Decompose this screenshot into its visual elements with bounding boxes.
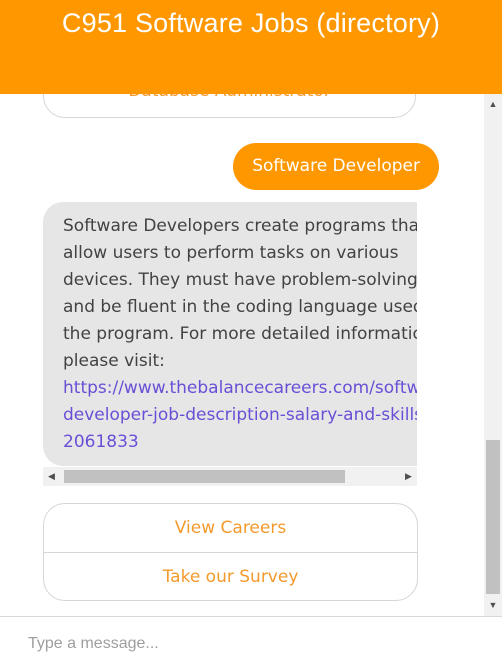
view-careers-button[interactable]: View Careers bbox=[44, 504, 417, 552]
page-title: C951 Software Jobs (directory) bbox=[61, 8, 441, 38]
bot-message-line: devices. They must have problem-solving … bbox=[63, 270, 417, 290]
triangle-left-icon[interactable]: ◀ bbox=[43, 467, 60, 486]
message-input-bar bbox=[0, 616, 502, 669]
bot-message-line: and be fluent in the coding language use… bbox=[63, 297, 417, 317]
user-message-bubble: Software Developer bbox=[233, 143, 439, 190]
bot-message-line: the program. For more detailed informati… bbox=[63, 324, 417, 344]
triangle-down-icon[interactable]: ▼ bbox=[484, 597, 502, 614]
vertical-scrollbar[interactable]: ▲ ▼ bbox=[484, 94, 502, 616]
message-input[interactable] bbox=[28, 629, 478, 659]
triangle-up-icon[interactable]: ▲ bbox=[484, 96, 502, 113]
take-survey-button[interactable]: Take our Survey bbox=[44, 553, 417, 600]
link-line[interactable]: 2061833 bbox=[63, 429, 417, 456]
triangle-right-icon[interactable]: ▶ bbox=[400, 467, 417, 486]
link-line[interactable]: https://www.thebalancecareers.com/softwa… bbox=[63, 375, 417, 402]
chat-log[interactable]: Database Administrator Software Develope… bbox=[0, 94, 484, 616]
horizontal-scrollbar[interactable]: ◀ ▶ bbox=[43, 467, 417, 486]
vertical-scroll-thumb[interactable] bbox=[486, 440, 500, 594]
career-info-link[interactable]: https://www.thebalancecareers.com/softwa… bbox=[63, 375, 417, 456]
quick-reply-group: View Careers Take our Survey bbox=[43, 503, 418, 601]
bot-message-line: Software Developers create programs that bbox=[63, 216, 417, 236]
header-bar: C951 Software Jobs (directory) bbox=[0, 0, 502, 94]
quick-reply-database-administrator[interactable]: Database Administrator bbox=[43, 94, 416, 118]
link-line[interactable]: developer-job-description-salary-and-ski… bbox=[63, 402, 417, 429]
bot-message-line: allow users to perform tasks on various bbox=[63, 243, 399, 263]
chat-app: C951 Software Jobs (directory) Database … bbox=[0, 0, 502, 669]
bot-message-bubble: Software Developers create programs that… bbox=[43, 202, 417, 466]
horizontal-scroll-thumb[interactable] bbox=[64, 470, 345, 483]
bot-message-line: please visit: bbox=[63, 351, 165, 371]
bot-message-text: Software Developers create programs that… bbox=[63, 213, 417, 456]
